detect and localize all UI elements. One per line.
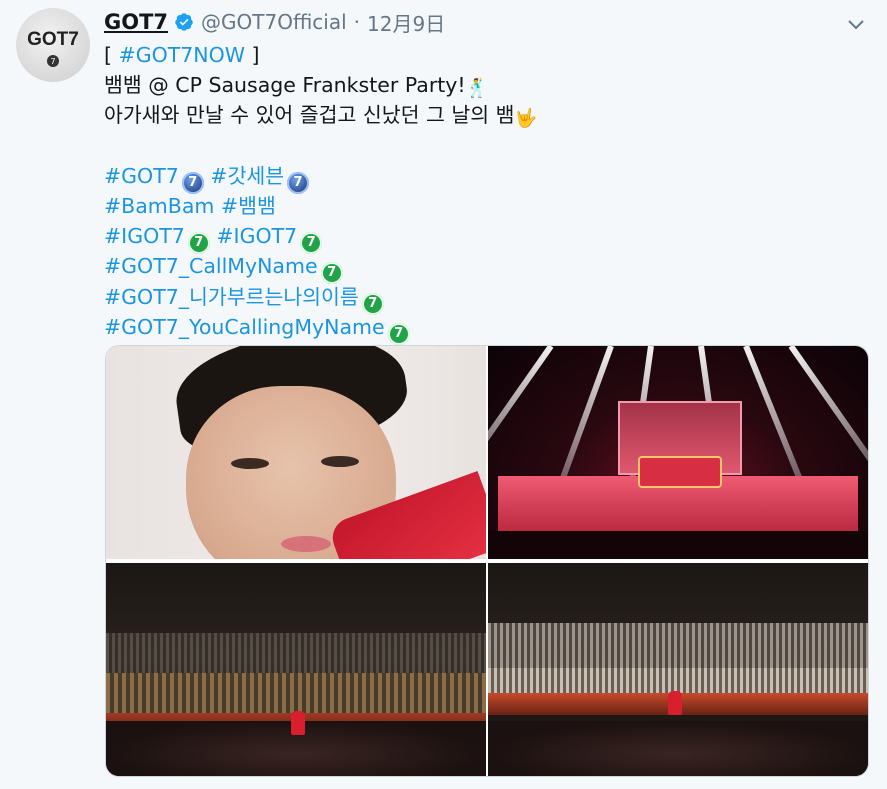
got7-green-emoji-icon: 7 — [387, 322, 410, 345]
display-name[interactable]: GOT7 — [104, 10, 168, 34]
tweet-line-2: 뱀뱀 @ CP Sausage Frankster Party! — [104, 73, 466, 98]
photo-stage[interactable] — [488, 346, 868, 559]
separator: · — [353, 10, 361, 34]
photo-audience-1[interactable] — [106, 563, 486, 776]
chevron-down-icon[interactable] — [844, 12, 868, 36]
avatar-logo: GOT7 — [27, 29, 79, 50]
hashtag-bambam[interactable]: #BamBam — [104, 194, 214, 218]
verified-badge-icon — [175, 13, 193, 31]
avatar[interactable]: GOT7 7 — [16, 8, 90, 82]
hashtag-igot7[interactable]: #IGOT7 — [216, 224, 297, 248]
got7-blue-emoji-icon: 7 — [287, 171, 310, 194]
hashtag-got7now[interactable]: #GOT7NOW — [119, 43, 246, 67]
hashtag-igot7[interactable]: #IGOT7 — [104, 224, 185, 248]
photo-portrait[interactable] — [106, 346, 486, 559]
bracket-close: ] — [245, 43, 260, 67]
hashtag-got7-callmyname[interactable]: #GOT7_CallMyName — [104, 254, 318, 278]
rock-hand-emoji-icon: 🤟 — [514, 108, 537, 130]
tweet-header: GOT7 @GOT7Official · 12月9日 — [104, 8, 445, 36]
timestamp[interactable]: 12月9日 — [367, 8, 445, 37]
hashtag-bambam-korean[interactable]: #뱀뱀 — [221, 194, 276, 218]
bracket-open: [ — [104, 43, 119, 67]
dancer-emoji-icon: 🕺 — [465, 78, 489, 100]
hashtag-got7[interactable]: #GOT7 — [104, 164, 179, 188]
avatar-badge: 7 — [47, 55, 59, 67]
tweet-line-3: 아가새와 만날 수 있어 즐겁고 신났던 그 날의 뱀 — [104, 103, 515, 128]
hashtag-got7-youcallingmyname[interactable]: #GOT7_YouCallingMyName — [104, 315, 385, 339]
tweet-text: [ #GOT7NOW ] 뱀뱀 @ CP Sausage Frankster P… — [104, 40, 864, 345]
media-grid — [105, 345, 869, 777]
handle[interactable]: @GOT7Official — [201, 10, 347, 34]
photo-audience-2[interactable] — [488, 563, 868, 776]
hashtag-got7-korean-callmyname[interactable]: #GOT7_니가부르는나의이름 — [104, 285, 359, 309]
hashtag-gatseven[interactable]: #갓세븐 — [210, 164, 284, 188]
